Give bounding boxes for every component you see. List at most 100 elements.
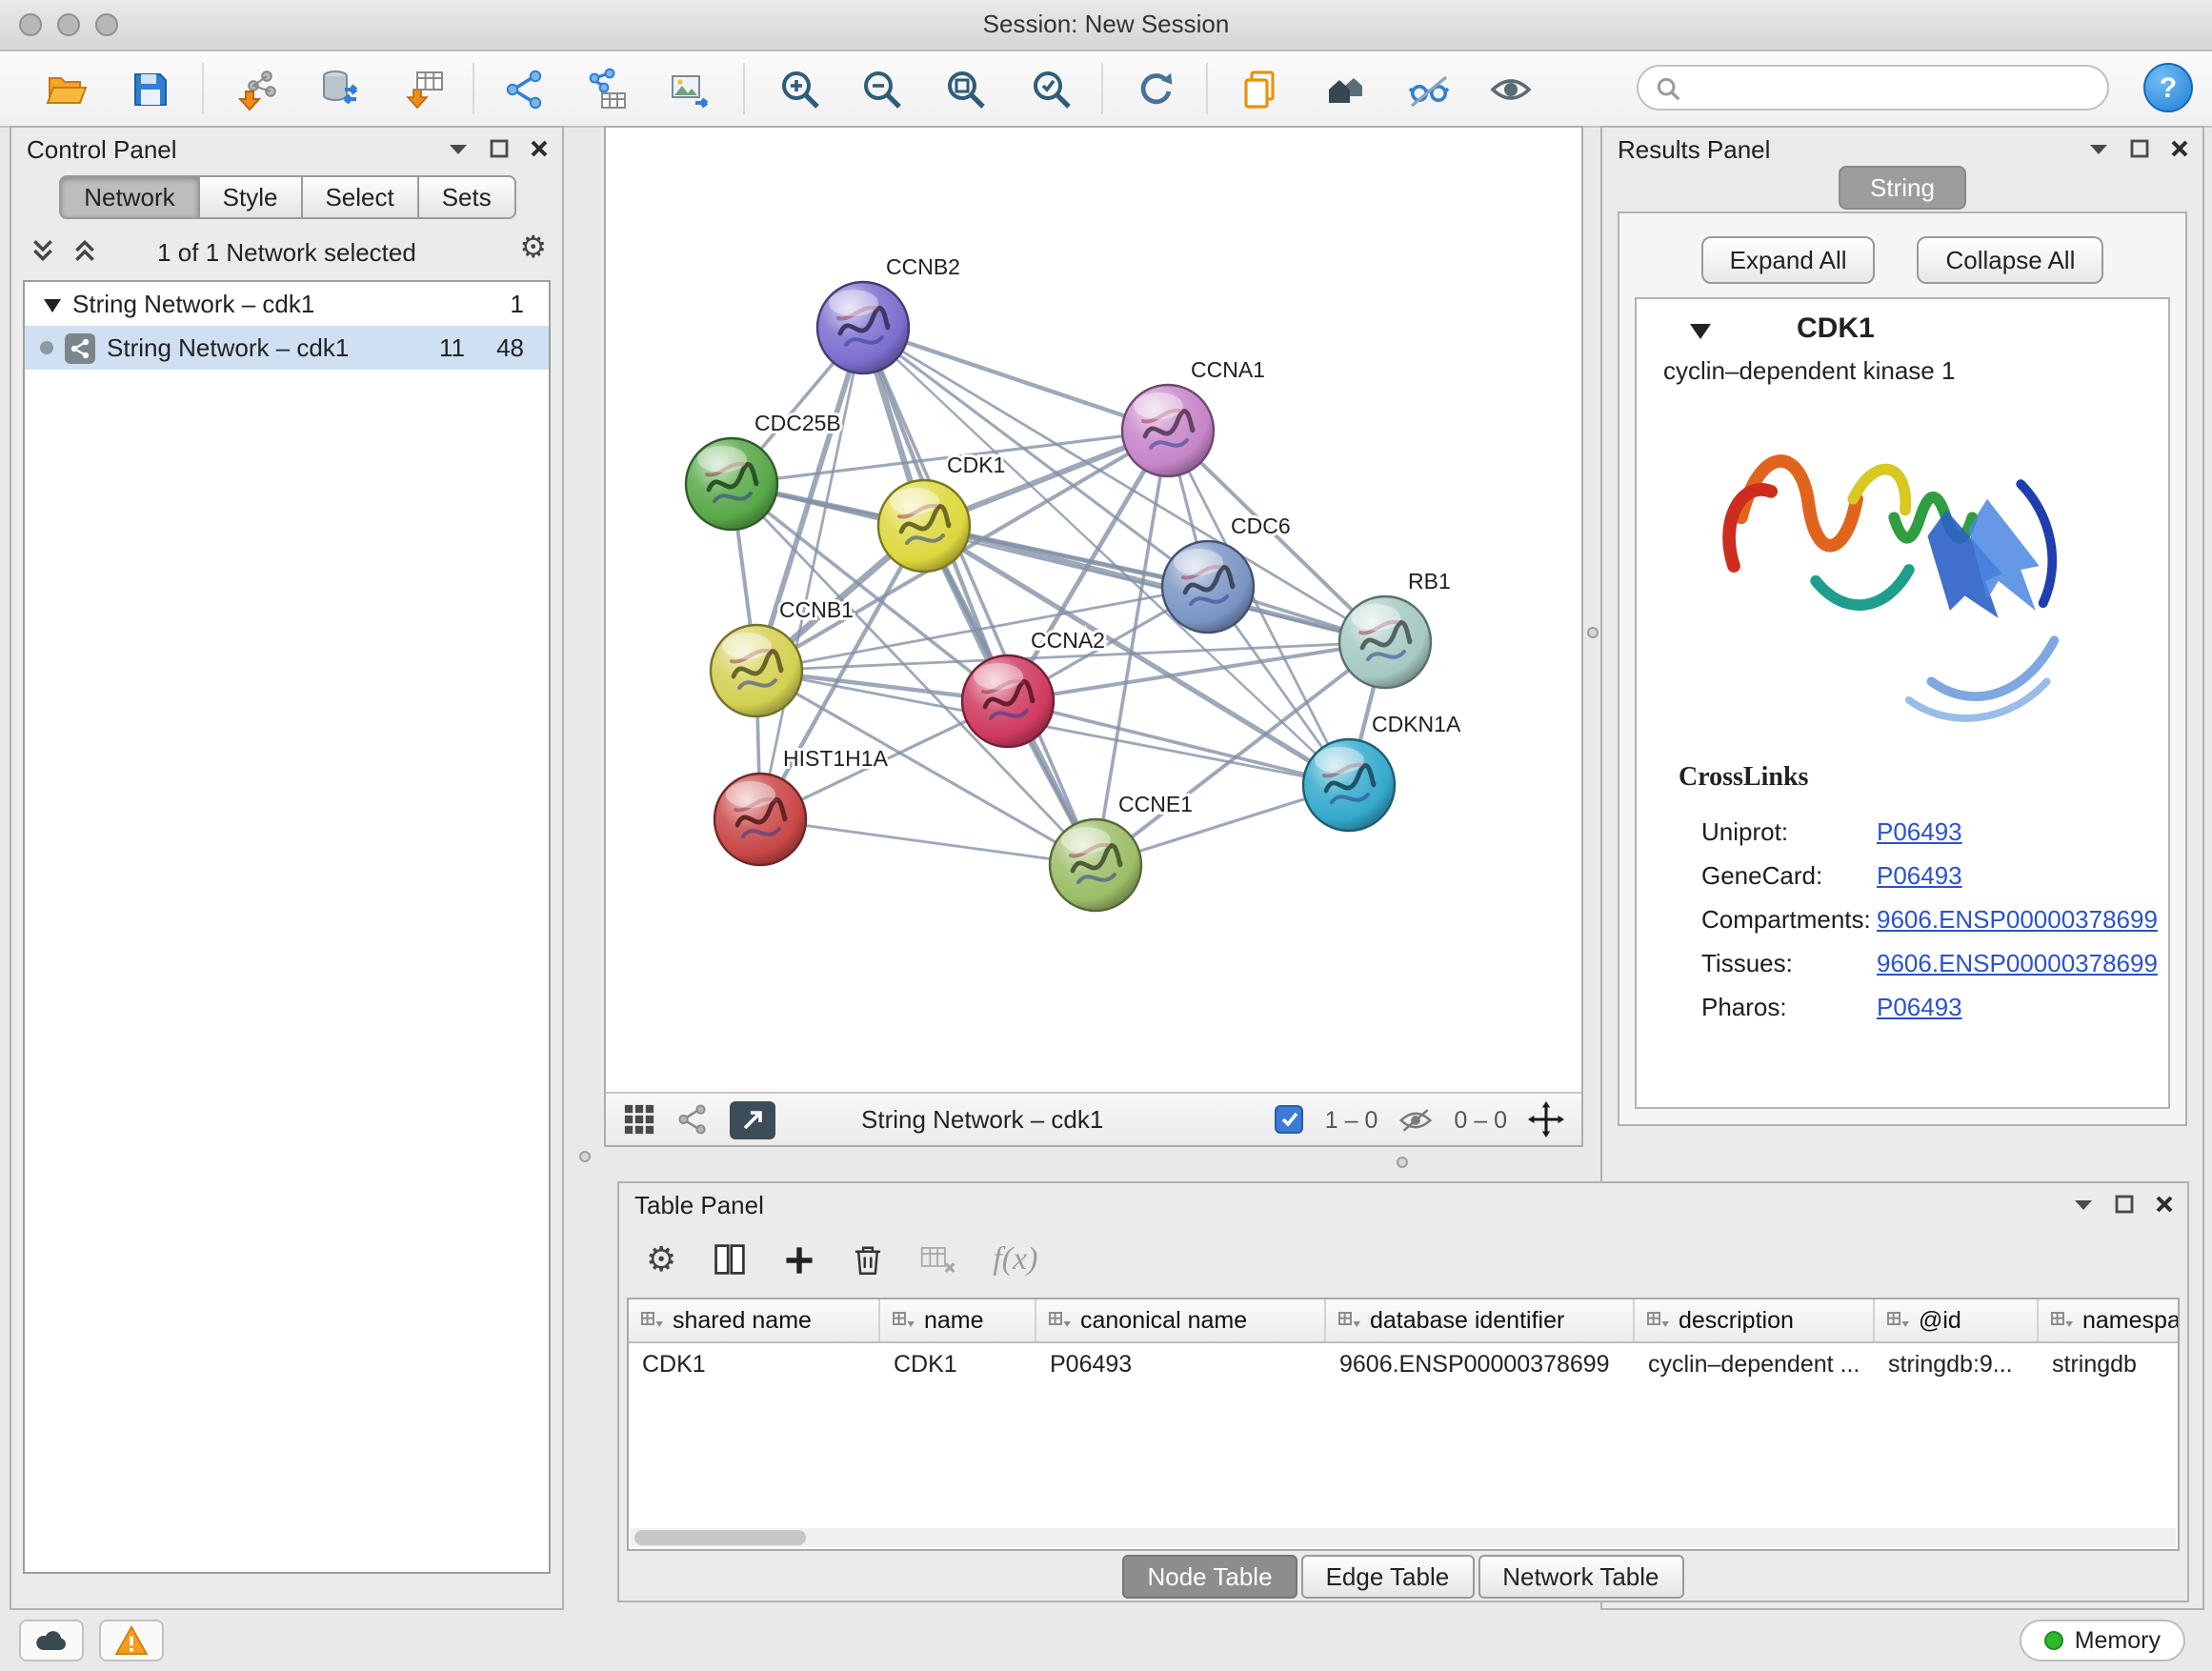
splitter-handle[interactable]	[1587, 627, 1599, 638]
network-node-CDK1[interactable]: CDK1	[878, 453, 1005, 572]
network-graph[interactable]: CCNB2CCNA1CDC25BCDK1CDC6RB1CCNB1CCNA2CDK…	[606, 128, 1581, 1092]
home-button[interactable]	[1320, 65, 1370, 114]
panel-menu-icon[interactable]	[2088, 141, 2109, 156]
gear-icon[interactable]: ⚙	[519, 234, 547, 265]
float-panel-icon[interactable]	[490, 139, 509, 158]
table-cell[interactable]: CDK1	[629, 1343, 880, 1385]
disclosure-triangle-icon[interactable]	[1690, 322, 1711, 339]
table-cell[interactable]: stringdb	[2039, 1343, 2180, 1385]
table-cell[interactable]: 9606.ENSP00000378699	[1326, 1343, 1635, 1385]
new-table-from-network-button[interactable]	[583, 65, 633, 114]
panel-menu-icon[interactable]	[2073, 1197, 2094, 1212]
network-node-CDKN1A[interactable]: CDKN1A	[1303, 712, 1461, 831]
move-crosshair-icon[interactable]	[1528, 1101, 1564, 1137]
search-icon	[1656, 75, 1680, 100]
node-label-CDC25B: CDC25B	[754, 411, 841, 435]
column-header-name[interactable]: name	[880, 1299, 1036, 1341]
network-node-RB1[interactable]: RB1	[1339, 569, 1451, 688]
disclosure-triangle-icon[interactable]	[44, 296, 61, 312]
network-node-HIST1H1A[interactable]: HIST1H1A	[714, 746, 889, 865]
splitter-handle[interactable]	[1397, 1157, 1408, 1168]
node-label-RB1: RB1	[1408, 569, 1451, 594]
birds-eye-grid-icon[interactable]	[623, 1103, 655, 1136]
expand-all-button[interactable]: Expand All	[1701, 236, 1876, 284]
column-header-canonical-name[interactable]: canonical name	[1036, 1299, 1326, 1341]
float-panel-icon[interactable]	[2115, 1195, 2134, 1214]
tab-edge-table[interactable]: Edge Table	[1301, 1555, 1475, 1599]
import-network-from-file-button[interactable]	[234, 65, 284, 114]
network-node-CCNB2[interactable]: CCNB2	[817, 254, 960, 373]
column-label: shared name	[673, 1307, 812, 1334]
crosslink-genecard-link[interactable]: P06493	[1877, 861, 1962, 890]
open-in-new-window-button[interactable]	[730, 1100, 775, 1138]
zoom-out-button[interactable]	[857, 65, 907, 114]
panel-menu-icon[interactable]	[448, 141, 469, 156]
table-cell[interactable]: cyclin–dependent ...	[1635, 1343, 1875, 1385]
copy-document-button[interactable]	[1235, 65, 1284, 114]
tab-node-table[interactable]: Node Table	[1122, 1555, 1297, 1599]
import-table-button[interactable]	[400, 65, 450, 114]
close-panel-icon[interactable]	[530, 139, 549, 158]
zoom-selected-button[interactable]	[1027, 65, 1076, 114]
tab-sets[interactable]: Sets	[417, 175, 516, 219]
memory-label: Memory	[2075, 1627, 2161, 1654]
add-column-icon[interactable]	[783, 1243, 815, 1276]
export-image-button[interactable]	[665, 65, 714, 114]
horizontal-scrollbar[interactable]	[631, 1528, 2176, 1547]
column-header-id[interactable]: @id	[1875, 1299, 2039, 1341]
warnings-button[interactable]	[99, 1620, 164, 1661]
network-collection-row[interactable]: String Network – cdk1 1	[25, 282, 549, 326]
column-header-description[interactable]: description	[1635, 1299, 1875, 1341]
tab-string[interactable]: String	[1838, 166, 1967, 210]
help-button[interactable]: ?	[2143, 63, 2193, 112]
network-canvas[interactable]: CCNB2CCNA1CDC25BCDK1CDC6RB1CCNB1CCNA2CDK…	[604, 126, 1583, 1147]
column-header-namespac[interactable]: namespac	[2039, 1299, 2180, 1341]
zoom-fit-button[interactable]	[941, 65, 991, 114]
memory-button[interactable]: Memory	[2020, 1620, 2185, 1661]
network-row-selected[interactable]: String Network – cdk1 11 48	[25, 326, 549, 370]
zoom-in-button[interactable]	[775, 65, 825, 114]
column-type-icon	[892, 1311, 915, 1330]
selected-count: 1 – 0	[1325, 1106, 1378, 1133]
network-node-CCNA1[interactable]: CCNA1	[1122, 357, 1265, 476]
column-header-database-identifier[interactable]: database identifier	[1326, 1299, 1635, 1341]
crosslink-pharos-link[interactable]: P06493	[1877, 993, 1962, 1021]
scrollbar-thumb[interactable]	[634, 1530, 806, 1545]
search-input[interactable]	[1692, 72, 2090, 103]
splitter-handle[interactable]	[579, 1151, 591, 1162]
column-type-icon	[1886, 1311, 1909, 1330]
delete-column-trash-icon[interactable]	[852, 1242, 884, 1277]
table-cell[interactable]: stringdb:9...	[1875, 1343, 2039, 1385]
hidden-elements-eye-icon[interactable]	[1398, 1106, 1433, 1133]
new-network-button[interactable]	[501, 65, 551, 114]
refresh-icon	[1134, 67, 1179, 112]
hide-graphics-details-button[interactable]	[1404, 65, 1454, 114]
crosslink-tissues-link[interactable]: 9606.ENSP00000378699	[1877, 949, 2158, 977]
show-hide-panel-button[interactable]	[1486, 65, 1536, 114]
close-panel-icon[interactable]	[2170, 139, 2189, 158]
refresh-button[interactable]	[1132, 65, 1181, 114]
string-results-card: Expand All Collapse All CDK1 cyclin–depe…	[1618, 211, 2187, 1126]
tab-network-table[interactable]: Network Table	[1478, 1555, 1683, 1599]
table-panel-tabs: Node TableEdge TableNetwork Table	[619, 1555, 2187, 1599]
open-session-button[interactable]	[42, 65, 91, 114]
cloud-status-button[interactable]	[19, 1620, 84, 1661]
tab-style[interactable]: Style	[198, 175, 303, 219]
network-view-share-icon[interactable]	[676, 1103, 709, 1136]
close-panel-icon[interactable]	[2155, 1195, 2174, 1214]
tab-select[interactable]: Select	[300, 175, 418, 219]
zoom-in-icon	[777, 67, 823, 112]
column-header-shared-name[interactable]: shared name	[629, 1299, 880, 1341]
save-session-button[interactable]	[126, 65, 175, 114]
selected-elements-checkbox[interactable]	[1276, 1105, 1304, 1134]
gear-icon[interactable]: ⚙	[646, 1244, 676, 1275]
select-columns-icon[interactable]	[713, 1242, 747, 1277]
import-network-from-database-button[interactable]	[316, 65, 366, 114]
tab-network[interactable]: Network	[59, 175, 199, 219]
crosslink-compartments-link[interactable]: 9606.ENSP00000378699	[1877, 905, 2158, 934]
float-panel-icon[interactable]	[2130, 139, 2149, 158]
table-cell[interactable]: P06493	[1036, 1343, 1326, 1385]
collapse-all-button[interactable]: Collapse All	[1918, 236, 2104, 284]
table-cell[interactable]: CDK1	[880, 1343, 1036, 1385]
crosslink-uniprot-link[interactable]: P06493	[1877, 817, 1962, 846]
